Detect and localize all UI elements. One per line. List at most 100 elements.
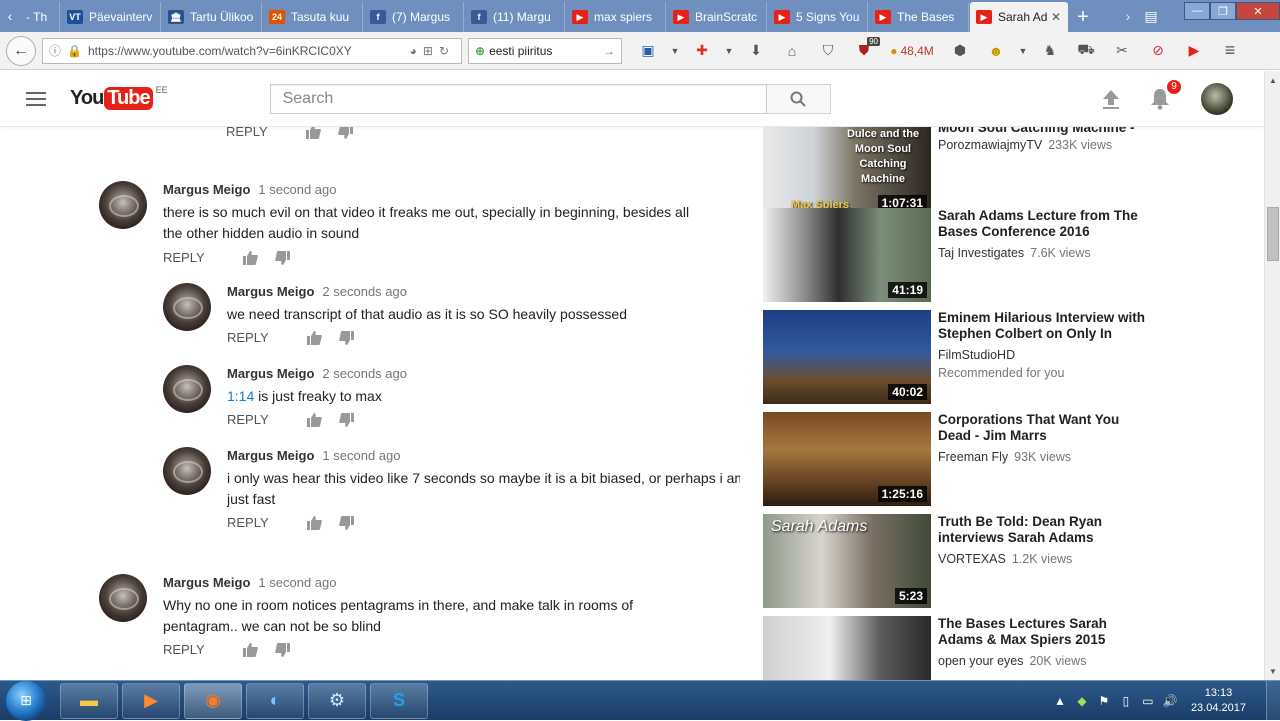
emoji-icon[interactable]: ☻: [978, 37, 1014, 65]
user-avatar[interactable]: [1201, 82, 1233, 115]
comment-avatar[interactable]: [163, 365, 211, 413]
like-icon[interactable]: [307, 330, 339, 345]
page-scrollbar[interactable]: ▲ ▼: [1264, 71, 1280, 680]
dislike-icon[interactable]: [275, 642, 307, 657]
skype-taskbar-icon[interactable]: S: [370, 682, 428, 719]
media-player-taskbar-icon[interactable]: ▶: [122, 682, 180, 719]
notifications-icon[interactable]: 9: [1149, 77, 1183, 110]
url-bar[interactable]: ⓘ 🔒 https://www.youtube.com/watch?v=6inK…: [42, 37, 462, 64]
dropdown-icon[interactable]: ▼: [666, 37, 684, 65]
screenshot-icon[interactable]: ✂: [1104, 37, 1140, 65]
related-video-item[interactable]: Sarah Adams 5:23 Truth Be Told: Dean Ryan …: [763, 514, 1183, 608]
youtube-logo[interactable]: You Tube EE: [70, 85, 168, 110]
video-thumbnail[interactable]: Sarah Adams 5:23: [763, 514, 931, 608]
browser-tab[interactable]: f (7) Margus: [364, 2, 464, 32]
browser-tab[interactable]: f (11) Margu: [465, 2, 565, 32]
search-go-icon[interactable]: →: [603, 44, 615, 58]
browser-tab[interactable]: - Th: [20, 2, 60, 32]
volume-icon[interactable]: 🔊: [1159, 693, 1181, 709]
adblock-icon[interactable]: ⛊ 90: [846, 36, 882, 65]
dislike-icon[interactable]: [339, 330, 371, 345]
minimize-icon[interactable]: —: [1184, 2, 1210, 20]
upload-icon[interactable]: [1101, 89, 1121, 109]
video-thumbnail[interactable]: 1:25:16: [763, 412, 931, 506]
guide-menu-icon[interactable]: [26, 91, 46, 106]
new-tab-icon[interactable]: +: [1069, 2, 1097, 32]
comment-avatar[interactable]: [163, 447, 211, 495]
tab-scroll-right-icon[interactable]: ›: [1118, 0, 1138, 32]
tab-scroll-left-icon[interactable]: ‹: [0, 0, 20, 32]
comment-avatar[interactable]: [99, 181, 147, 229]
related-video-title[interactable]: Truth Be Told: Dean Ryan interviews Sara…: [938, 514, 1148, 546]
related-video-title[interactable]: Moon Soul Catching Machine -: [938, 127, 1148, 136]
scroll-up-icon[interactable]: ▲: [1266, 73, 1280, 87]
show-desktop-button[interactable]: [1266, 680, 1280, 721]
browser-tab[interactable]: ▶ 5 Signs You: [768, 2, 868, 32]
comment-author[interactable]: Margus Meigo: [227, 448, 314, 463]
like-icon[interactable]: [243, 642, 275, 657]
bell-addon-icon[interactable]: ♞: [1032, 37, 1068, 65]
explorer-taskbar-icon[interactable]: ▬: [60, 682, 118, 719]
channel-name[interactable]: FilmStudioHD: [938, 348, 1015, 362]
like-icon[interactable]: [306, 127, 338, 139]
window-close-icon[interactable]: ✕: [1236, 2, 1280, 20]
reply-button[interactable]: REPLY: [163, 642, 243, 657]
reply-button[interactable]: REPLY: [227, 330, 307, 345]
browser-tab[interactable]: 🏛 Tartu Ülikoo: [162, 2, 262, 32]
scroll-thumb[interactable]: [1267, 207, 1279, 261]
timestamp-link[interactable]: 1:14: [227, 388, 254, 404]
video-thumbnail[interactable]: 41:19: [763, 208, 931, 302]
firefox-taskbar-icon[interactable]: ◉: [184, 682, 242, 719]
comment-time[interactable]: 1 second ago: [258, 575, 336, 590]
comment-author[interactable]: Margus Meigo: [227, 366, 314, 381]
dislike-icon[interactable]: [339, 515, 371, 530]
home-icon[interactable]: ⌂: [774, 37, 810, 65]
dropdown-icon-3[interactable]: ▼: [1014, 37, 1032, 65]
reader-icon[interactable]: ⊞: [423, 44, 433, 58]
puzzle-icon[interactable]: ⬢: [942, 37, 978, 65]
network-taskbar-icon[interactable]: ⚙: [308, 682, 366, 719]
comment-time[interactable]: 1 second ago: [258, 182, 336, 197]
reply-button[interactable]: REPLY: [226, 127, 306, 139]
tab-list-icon[interactable]: ▤: [1138, 0, 1164, 32]
channel-name[interactable]: PorozmawiajmyTV: [938, 138, 1042, 152]
car-icon[interactable]: ⛟: [1068, 37, 1104, 65]
comment-avatar[interactable]: [99, 574, 147, 622]
restore-icon[interactable]: ❐: [1210, 2, 1236, 20]
reply-button[interactable]: REPLY: [227, 515, 307, 530]
flag-icon[interactable]: ⚑: [1093, 693, 1115, 709]
scroll-down-icon[interactable]: ▼: [1266, 664, 1280, 678]
dislike-icon[interactable]: [339, 412, 371, 427]
related-video-title[interactable]: The Bases Lectures Sarah Adams & Max Spi…: [938, 616, 1148, 648]
web-search-field[interactable]: ⊕ eesti piiritus →: [468, 37, 622, 64]
url-text[interactable]: https://www.youtube.com/watch?v=6inKRCIC…: [88, 44, 410, 58]
save-icon[interactable]: ▣: [630, 37, 666, 65]
back-button[interactable]: ←: [6, 35, 36, 66]
comment-avatar[interactable]: [163, 283, 211, 331]
reply-button[interactable]: REPLY: [227, 412, 307, 427]
reply-button[interactable]: REPLY: [163, 250, 243, 265]
search-button[interactable]: [766, 83, 831, 114]
browser-tab[interactable]: ▶ BrainScratc: [667, 2, 767, 32]
like-icon[interactable]: [243, 250, 275, 265]
tab-close-icon[interactable]: ✕: [1051, 10, 1061, 24]
medical-icon[interactable]: ✚: [684, 37, 720, 65]
menu-icon[interactable]: ≡: [1212, 37, 1248, 65]
like-icon[interactable]: [307, 515, 339, 530]
pocket-icon[interactable]: ⛉: [810, 37, 846, 65]
dropdown-icon-2[interactable]: ▼: [720, 37, 738, 65]
download-icon[interactable]: ⬇: [738, 37, 774, 65]
taskbar-clock[interactable]: 13:13 23.04.2017: [1191, 686, 1246, 716]
browser-tab[interactable]: VT Päevainterv: [61, 2, 161, 32]
blocker-icon[interactable]: ⊘: [1140, 37, 1176, 65]
comment-time[interactable]: 2 seconds ago: [322, 284, 407, 299]
related-video-item[interactable]: 1:25:16 Corporations That Want You Dead -…: [763, 412, 1183, 506]
info-icon[interactable]: ⓘ: [49, 42, 61, 59]
comment-author[interactable]: Margus Meigo: [227, 284, 314, 299]
comment-time[interactable]: 1 second ago: [322, 448, 400, 463]
like-icon[interactable]: [307, 412, 339, 427]
tray-expand-icon[interactable]: ▲: [1049, 693, 1071, 709]
network-icon[interactable]: ▭: [1137, 693, 1159, 709]
video-thumbnail[interactable]: [763, 616, 931, 680]
channel-name[interactable]: open your eyes: [938, 654, 1023, 668]
